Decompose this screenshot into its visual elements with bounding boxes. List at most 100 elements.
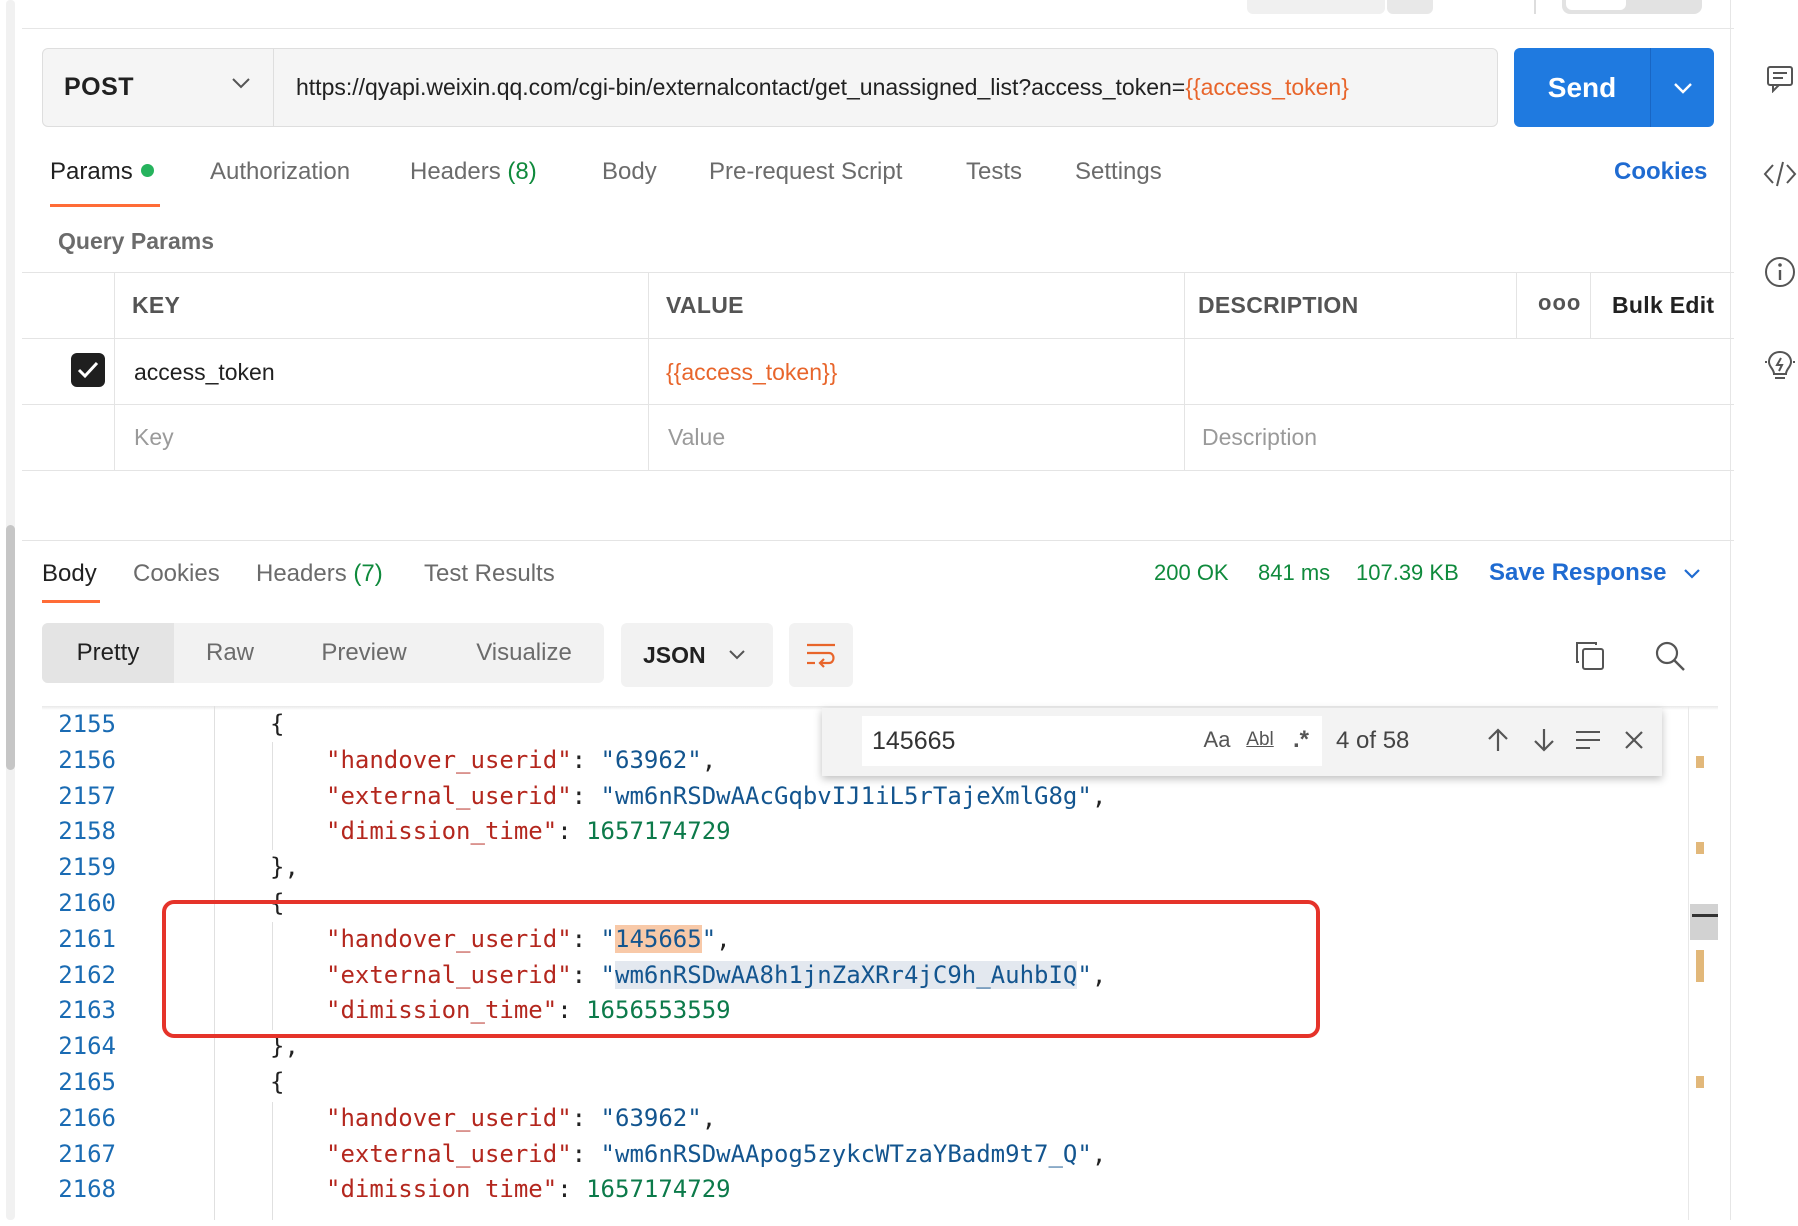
json-key: "handover_userid" <box>326 745 572 774</box>
param-key[interactable]: access_token <box>134 359 275 386</box>
wrap-lines-button[interactable] <box>789 623 853 687</box>
cookies-link[interactable]: Cookies <box>1614 158 1707 186</box>
ruler-match-mark <box>1696 950 1704 982</box>
previous-match-button[interactable] <box>1480 720 1516 760</box>
method-label: POST <box>64 73 135 101</box>
tab-body-label: Body <box>602 158 657 185</box>
line-number: 2155 <box>58 710 116 738</box>
code-punct: : <box>571 1103 601 1132</box>
json-number: 1657174729 <box>586 1175 731 1204</box>
response-tab-cookies-label: Cookies <box>133 560 220 587</box>
tab-pre-request-script[interactable]: Pre-request Script <box>709 158 902 186</box>
table-col-border <box>1184 272 1185 470</box>
info-icon[interactable] <box>1762 254 1798 290</box>
tab-headers[interactable]: Headers (8) <box>410 158 537 186</box>
regex-toggle[interactable]: .* <box>1284 720 1318 760</box>
left-scrollbar-thumb[interactable] <box>6 525 15 770</box>
response-tab-test-results[interactable]: Test Results <box>424 560 555 588</box>
overview-ruler[interactable] <box>1688 706 1689 1220</box>
status-code[interactable]: 200 OK <box>1154 560 1229 586</box>
new-key-input[interactable]: Key <box>134 424 174 451</box>
ruler-viewport-indicator <box>1690 904 1718 940</box>
tab-tests[interactable]: Tests <box>966 158 1022 186</box>
save-response-label: Save Response <box>1489 559 1667 586</box>
new-value-input[interactable]: Value <box>668 424 725 451</box>
code-line: "dimission time": 1657174729 <box>326 1175 731 1203</box>
response-tab-test-results-label: Test Results <box>424 560 555 587</box>
col-header-value: VALUE <box>666 292 744 318</box>
top-toolbar-divider <box>1534 0 1536 14</box>
response-tab-headers[interactable]: Headers (7) <box>256 560 383 588</box>
search-button[interactable] <box>1654 640 1686 677</box>
code-line: "handover_userid": "63962", <box>326 746 716 774</box>
match-case-label: Aa <box>1203 727 1231 752</box>
line-number: 2164 <box>58 1032 116 1061</box>
view-visualize-button[interactable]: Visualize <box>444 623 604 683</box>
table-border <box>22 470 1734 471</box>
view-raw-button[interactable]: Raw <box>174 623 286 683</box>
view-pretty-button[interactable]: Pretty <box>42 623 174 683</box>
close-icon <box>1625 731 1643 749</box>
chevron-down-icon <box>232 78 250 89</box>
search-icon <box>1655 641 1685 671</box>
url-input[interactable]: https://qyapi.weixin.qq.com/cgi-bin/exte… <box>296 48 1496 127</box>
tab-headers-label: Headers <box>410 158 501 185</box>
more-options-button[interactable]: ooo <box>1538 290 1581 316</box>
bulk-edit-button[interactable]: Bulk Edit <box>1612 292 1714 319</box>
right-sidebar-divider <box>1730 0 1731 1220</box>
send-button[interactable]: Send <box>1514 48 1650 127</box>
find-in-selection-button[interactable] <box>1570 720 1606 760</box>
arrow-up-icon <box>1488 728 1508 751</box>
send-options-button[interactable] <box>1650 48 1714 127</box>
response-tab-body[interactable]: Body <box>42 560 97 588</box>
code-line: }, <box>270 853 299 881</box>
view-visualize-label: Visualize <box>476 639 572 666</box>
tab-authorization[interactable]: Authorization <box>210 158 350 186</box>
param-value[interactable]: {{access_token}} <box>666 359 837 386</box>
line-number: 2158 <box>58 817 116 846</box>
next-match-button[interactable] <box>1526 720 1562 760</box>
tab-settings[interactable]: Settings <box>1075 158 1162 186</box>
code-line: "external_userid": "wm6nRSDwAApog5zykcWT… <box>326 1140 1106 1168</box>
url-text: https://qyapi.weixin.qq.com/cgi-bin/exte… <box>296 74 1186 100</box>
json-key: "external_userid" <box>326 781 572 810</box>
tab-body[interactable]: Body <box>602 158 657 186</box>
response-size[interactable]: 107.39 KB <box>1356 560 1459 586</box>
match-case-toggle[interactable]: Aa <box>1198 720 1236 760</box>
save-response-button[interactable]: Save Response <box>1489 559 1701 587</box>
new-description-input[interactable]: Description <box>1202 424 1317 451</box>
view-pretty-label: Pretty <box>76 639 140 666</box>
line-number: 2157 <box>58 781 116 810</box>
line-number: 2156 <box>58 745 116 774</box>
tab-pre-request-label: Pre-request Script <box>709 158 903 185</box>
param-checkbox[interactable] <box>71 353 105 387</box>
params-active-dot <box>140 164 154 178</box>
table-border <box>22 404 1734 405</box>
line-number: 2159 <box>58 853 116 882</box>
code-punct: , <box>1091 1139 1107 1168</box>
json-number: 1657174729 <box>586 817 731 846</box>
code-punct: { <box>270 1068 285 1096</box>
chevron-down-icon <box>1684 568 1700 579</box>
col-header-key: KEY <box>132 292 181 318</box>
bulb-icon[interactable] <box>1762 348 1798 384</box>
method-select[interactable]: POST <box>42 48 274 127</box>
close-find-button[interactable] <box>1616 720 1652 760</box>
format-select[interactable]: JSON <box>621 623 773 687</box>
find-match-count: 4 of 58 <box>1336 727 1410 754</box>
response-tab-cookies[interactable]: Cookies <box>133 560 220 588</box>
comment-icon[interactable] <box>1762 60 1798 96</box>
response-time[interactable]: 841 ms <box>1258 560 1330 586</box>
view-raw-label: Raw <box>205 639 254 666</box>
tab-authorization-label: Authorization <box>210 158 351 185</box>
view-preview-button[interactable]: Preview <box>290 623 438 683</box>
whole-word-toggle[interactable]: Abl <box>1240 720 1280 760</box>
code-icon[interactable] <box>1762 156 1798 192</box>
tab-params[interactable]: Params <box>50 158 154 186</box>
tab-params-label: Params <box>50 158 133 185</box>
json-key: "dimission_time" <box>326 817 558 846</box>
response-tab-headers-label: Headers <box>256 560 347 587</box>
regex-label: .* <box>1292 726 1309 753</box>
find-selection-icon <box>1576 731 1600 749</box>
copy-button[interactable] <box>1574 640 1606 677</box>
